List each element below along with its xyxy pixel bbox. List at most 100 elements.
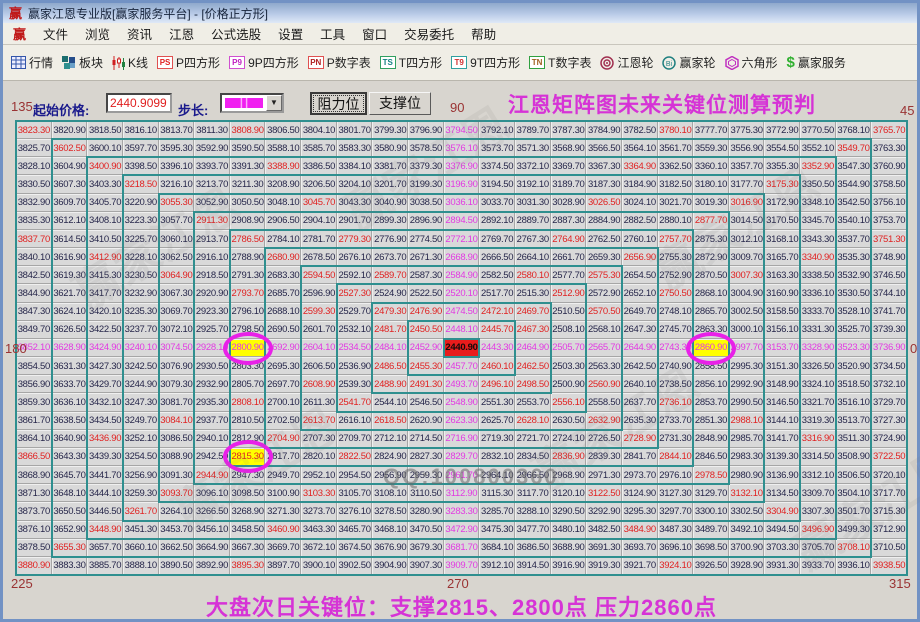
support-button[interactable]: 支撑位: [369, 92, 431, 115]
grid-cell: 2940.10: [194, 429, 230, 448]
grid-cell: 3057.70: [158, 211, 195, 230]
menu-help[interactable]: 帮助: [471, 24, 496, 43]
grid-cell: 3028.90: [550, 193, 587, 212]
grid-cell: 3240.10: [122, 338, 159, 358]
grid-cell: 3561.70: [657, 139, 694, 158]
quotes-table-icon: [11, 56, 26, 69]
grid-cell: 3753.70: [871, 211, 907, 230]
menu-window[interactable]: 窗口: [362, 24, 387, 43]
menu-file[interactable]: 文件: [43, 24, 68, 43]
grid-cell: 3064.90: [158, 266, 195, 285]
toolbar-sectors[interactable]: 板块: [62, 54, 103, 71]
toolbar-hexagon[interactable]: 六角形: [724, 54, 778, 71]
grid-cell: 2973.70: [621, 466, 658, 485]
grid-cell: 2642.50: [621, 357, 658, 376]
grid-cell: 2479.30: [372, 302, 409, 321]
grid-cell: 3216.10: [158, 175, 195, 194]
grid-cell: 3588.10: [265, 139, 302, 158]
grid-cell: 2637.70: [621, 393, 658, 412]
grid-cell: 3532.90: [835, 266, 872, 285]
toolbar-gann-wheel[interactable]: 江恩轮: [600, 54, 653, 71]
step-color-swatch: [225, 98, 263, 108]
grid-cell: 3331.30: [800, 320, 836, 339]
toolbar-9t-square[interactable]: T9 9T四方形: [451, 54, 520, 71]
grid-cell: 3340.90: [800, 248, 836, 267]
grid-cell: 3124.90: [621, 484, 658, 503]
menu-settings[interactable]: 设置: [278, 24, 303, 43]
grid-cell: 2493.70: [443, 375, 480, 394]
grid-cell: 3830.50: [16, 175, 52, 194]
toolbar-kline[interactable]: K线: [112, 54, 148, 71]
toolbar-label: K线: [128, 56, 149, 70]
grid-cell: 3544.90: [835, 175, 872, 194]
toolbar: 行情 板块 K线 PS P四方形 P9 9P四方形 PN P数字表 TS T四方…: [3, 45, 917, 81]
grid-cell: 2966.50: [514, 466, 551, 485]
grid-cell: 2889.70: [514, 211, 551, 230]
grid-cell: 2517.70: [479, 284, 515, 303]
grid-cell: 2863.30: [693, 320, 729, 339]
toolbar-winner-wheel[interactable]: Bi 赢家轮: [662, 54, 716, 71]
grid-cell: 2668.90: [443, 248, 480, 267]
step-dropdown[interactable]: ▼: [220, 93, 284, 113]
grid-cell: 3936.10: [835, 556, 872, 575]
grid-cell: 3244.90: [122, 375, 159, 394]
toolbar-quotes[interactable]: 行情: [11, 54, 53, 71]
grid-cell: 3921.70: [621, 556, 658, 575]
grid-cell: 3069.70: [158, 302, 195, 321]
menu-formula-stock-pick[interactable]: 公式选股: [211, 24, 261, 43]
grid-cell: 3756.10: [871, 193, 907, 212]
grid-cell: 3019.30: [693, 193, 729, 212]
grid-cell: 3669.70: [265, 538, 302, 557]
grid-cell: 2812.90: [229, 429, 266, 448]
toolbar-p-square[interactable]: PS P四方形: [157, 54, 220, 71]
toolbar-9p-square[interactable]: P9 9P四方形: [229, 54, 299, 71]
grid-cell: 3012.10: [728, 229, 765, 249]
toolbar-t-square[interactable]: TS T四方形: [379, 54, 442, 71]
grid-cell: 3261.70: [122, 502, 159, 521]
grid-cell: 3182.50: [657, 175, 694, 194]
grid-cell: 3535.30: [835, 248, 872, 267]
toolbar-t-number[interactable]: TN T数字表: [529, 54, 591, 71]
grid-cell: 3573.70: [479, 139, 515, 158]
grid-cell: 2484.10: [372, 338, 409, 358]
grid-cell: 3348.10: [800, 193, 836, 212]
grid-cell: 2654.50: [621, 266, 658, 285]
grid-cell: 2714.50: [408, 429, 444, 448]
start-price-input[interactable]: [106, 93, 172, 113]
grid-cell: 2853.70: [693, 393, 729, 412]
grid-cell: 3412.90: [87, 248, 123, 267]
grid-cell: 2570.50: [586, 302, 622, 321]
grid-cell: 3820.90: [51, 121, 88, 140]
menu-gann[interactable]: 江恩: [169, 24, 194, 43]
grid-cell: 3636.10: [51, 393, 88, 412]
toolbar-label: 9P四方形: [248, 56, 299, 70]
chevron-down-icon[interactable]: ▼: [266, 95, 282, 111]
grid-cell: 3458.50: [229, 520, 266, 539]
toolbar-winner-service[interactable]: $ 赢家服务: [787, 54, 846, 71]
grid-cell: 3427.30: [87, 357, 123, 376]
grid-cell: 3895.30: [229, 556, 266, 575]
menu-news[interactable]: 资讯: [127, 24, 152, 43]
grid-cell: 3604.90: [51, 157, 88, 176]
menu-browse[interactable]: 浏览: [85, 24, 110, 43]
grid-cell: 3708.10: [835, 538, 872, 557]
grid-cell: 3472.90: [443, 520, 480, 539]
grid-cell: 2872.90: [693, 248, 729, 267]
grid-cell: 3777.70: [693, 121, 729, 140]
grid-cell: 3016.90: [728, 193, 765, 212]
grid-cell: 2704.90: [265, 429, 302, 448]
grid-cell: 3038.50: [408, 193, 444, 212]
menu-tools[interactable]: 工具: [320, 24, 345, 43]
grid-cell: 2942.50: [194, 447, 230, 467]
grid-cell: 3184.90: [621, 175, 658, 194]
sectors-icon: [62, 56, 76, 69]
toolbar-p-number[interactable]: PN P数字表: [307, 54, 371, 71]
resistance-button[interactable]: 阻力位: [310, 92, 367, 115]
grid-cell: 2896.90: [408, 211, 444, 230]
menu-trade[interactable]: 交易委托: [404, 24, 454, 43]
grid-cell: 3285.70: [479, 502, 515, 521]
grid-cell: 3336.10: [800, 284, 836, 303]
grid-cell: 2541.70: [336, 393, 373, 412]
9p-square-badge-icon: P9: [229, 56, 246, 69]
grid-cell: 2964.10: [479, 466, 515, 485]
